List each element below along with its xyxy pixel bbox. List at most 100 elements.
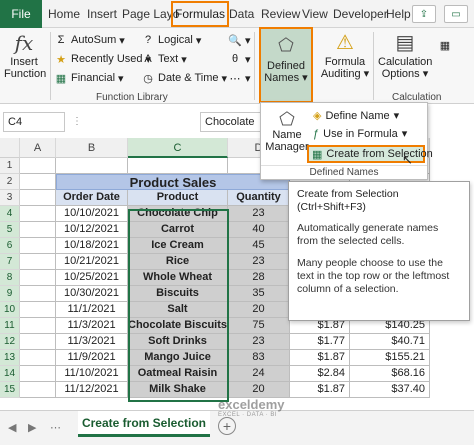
column-header[interactable]: A — [20, 138, 56, 158]
cell[interactable] — [20, 206, 56, 222]
more-functions-button[interactable]: ⋯ ▾ — [228, 71, 251, 85]
cell[interactable] — [20, 158, 56, 174]
column-header[interactable]: B — [56, 138, 128, 158]
cell[interactable] — [128, 158, 228, 174]
table-cell[interactable]: 10/12/2021 — [56, 222, 128, 238]
tab-insert[interactable]: Insert — [87, 0, 117, 28]
cell[interactable] — [20, 334, 56, 350]
table-title[interactable]: Product Sales — [56, 174, 290, 190]
tab-help[interactable]: Help — [386, 0, 411, 28]
table-cell[interactable]: Salt — [128, 302, 228, 318]
row-header[interactable]: 5 — [0, 222, 20, 238]
table-cell[interactable]: Chocolate Chip — [128, 206, 228, 222]
table-cell[interactable]: 24 — [228, 366, 290, 382]
table-cell[interactable]: 28 — [228, 270, 290, 286]
date-time-button[interactable]: ◷ Date & Time ▾ — [141, 71, 227, 85]
name-manager-button[interactable]: ⬠ Name Manager — [265, 109, 309, 153]
table-cell[interactable]: $1.77 — [290, 334, 350, 350]
table-cell[interactable]: 11/12/2021 — [56, 382, 128, 398]
name-box[interactable]: C4 — [3, 112, 65, 132]
table-cell[interactable]: Soft Drinks — [128, 334, 228, 350]
cell[interactable] — [20, 238, 56, 254]
row-header[interactable]: 9 — [0, 286, 20, 302]
cell[interactable] — [20, 174, 56, 190]
table-cell[interactable]: 11/3/2021 — [56, 318, 128, 334]
table-cell[interactable]: 35 — [228, 286, 290, 302]
row-header[interactable]: 10 — [0, 302, 20, 318]
table-cell[interactable]: 40 — [228, 222, 290, 238]
tab-home[interactable]: Home — [48, 0, 80, 28]
row-header[interactable]: 6 — [0, 238, 20, 254]
sheet-tab-create-from-selection[interactable]: Create from Selection — [78, 411, 210, 437]
table-cell[interactable]: 83 — [228, 350, 290, 366]
select-all-corner[interactable] — [0, 138, 20, 158]
row-header[interactable]: 4 — [0, 206, 20, 222]
tab-view[interactable]: View — [302, 0, 328, 28]
table-cell[interactable]: Mango Juice — [128, 350, 228, 366]
cell[interactable] — [20, 222, 56, 238]
cell[interactable] — [20, 190, 56, 206]
insert-function-button[interactable]: fx Insert Function — [4, 32, 46, 80]
table-cell[interactable]: $155.21 — [350, 350, 430, 366]
table-cell[interactable]: 11/9/2021 — [56, 350, 128, 366]
table-cell[interactable]: Carrot — [128, 222, 228, 238]
tab-file[interactable]: File — [0, 0, 42, 28]
table-cell[interactable]: $2.84 — [290, 366, 350, 382]
table-cell[interactable]: 10/21/2021 — [56, 254, 128, 270]
defined-names-button[interactable]: ⬠ Defined Names ▾ — [259, 27, 313, 103]
row-header[interactable]: 11 — [0, 318, 20, 334]
row-header[interactable]: 14 — [0, 366, 20, 382]
table-cell[interactable]: 20 — [228, 382, 290, 398]
formula-auditing-button[interactable]: ⚠ Formula Auditing ▾ — [320, 32, 370, 80]
calculate-now-button[interactable]: ▦ — [438, 38, 452, 52]
table-cell[interactable]: 11/10/2021 — [56, 366, 128, 382]
table-cell[interactable]: 10/25/2021 — [56, 270, 128, 286]
table-cell[interactable]: Oatmeal Raisin — [128, 366, 228, 382]
tab-formulas[interactable]: Formulas — [171, 1, 230, 27]
column-header[interactable]: C — [128, 138, 228, 158]
table-cell[interactable]: 45 — [228, 238, 290, 254]
table-cell[interactable]: Whole Wheat — [128, 270, 228, 286]
lookup-button[interactable]: 🔍 ▾ — [228, 33, 250, 47]
comments-icon[interactable]: ▭ — [444, 5, 468, 23]
cell[interactable] — [20, 350, 56, 366]
row-header[interactable]: 1 — [0, 158, 20, 174]
table-cell[interactable]: 20 — [228, 302, 290, 318]
cell[interactable] — [20, 254, 56, 270]
cell[interactable] — [20, 382, 56, 398]
next-sheet-icon[interactable]: ▶ — [28, 421, 36, 434]
add-sheet-button[interactable]: + — [218, 417, 236, 435]
cell[interactable] — [20, 302, 56, 318]
prev-sheet-icon[interactable]: ◀ — [8, 421, 16, 434]
cell[interactable] — [20, 366, 56, 382]
calculation-options-button[interactable]: ▤ Calculation Options ▾ — [378, 32, 432, 80]
table-cell[interactable]: Biscuits — [128, 286, 228, 302]
table-cell[interactable]: $1.87 — [290, 350, 350, 366]
tab-review[interactable]: Review — [261, 0, 300, 28]
recently-used-button[interactable]: ★ Recently Used ▾ — [54, 52, 151, 66]
cell[interactable] — [20, 270, 56, 286]
column-title[interactable]: Quantity — [228, 190, 290, 206]
table-cell[interactable]: Milk Shake — [128, 382, 228, 398]
table-cell[interactable]: 23 — [228, 254, 290, 270]
table-cell[interactable]: 23 — [228, 206, 290, 222]
more-sheets-icon[interactable]: ⋯ — [50, 421, 61, 434]
row-header[interactable]: 8 — [0, 270, 20, 286]
row-header[interactable]: 2 — [0, 174, 20, 190]
use-in-formula-menu-item[interactable]: ƒ Use in Formula ▾ — [313, 127, 407, 141]
table-cell[interactable]: 10/18/2021 — [56, 238, 128, 254]
table-cell[interactable]: 11/1/2021 — [56, 302, 128, 318]
logical-button[interactable]: ? Logical ▾ — [141, 33, 201, 47]
column-title[interactable]: Order Date — [56, 190, 128, 206]
cell[interactable] — [20, 286, 56, 302]
table-cell[interactable]: $1.87 — [290, 382, 350, 398]
table-cell[interactable]: Chocolate Biscuits — [128, 318, 228, 334]
table-cell[interactable]: $40.71 — [350, 334, 430, 350]
column-title[interactable]: Product — [128, 190, 228, 206]
table-cell[interactable]: 23 — [228, 334, 290, 350]
table-cell[interactable]: 75 — [228, 318, 290, 334]
define-name-menu-item[interactable]: ◈ Define Name ▾ — [313, 109, 399, 123]
tab-data[interactable]: Data — [229, 0, 254, 28]
table-cell[interactable]: 11/3/2021 — [56, 334, 128, 350]
row-header[interactable]: 15 — [0, 382, 20, 398]
